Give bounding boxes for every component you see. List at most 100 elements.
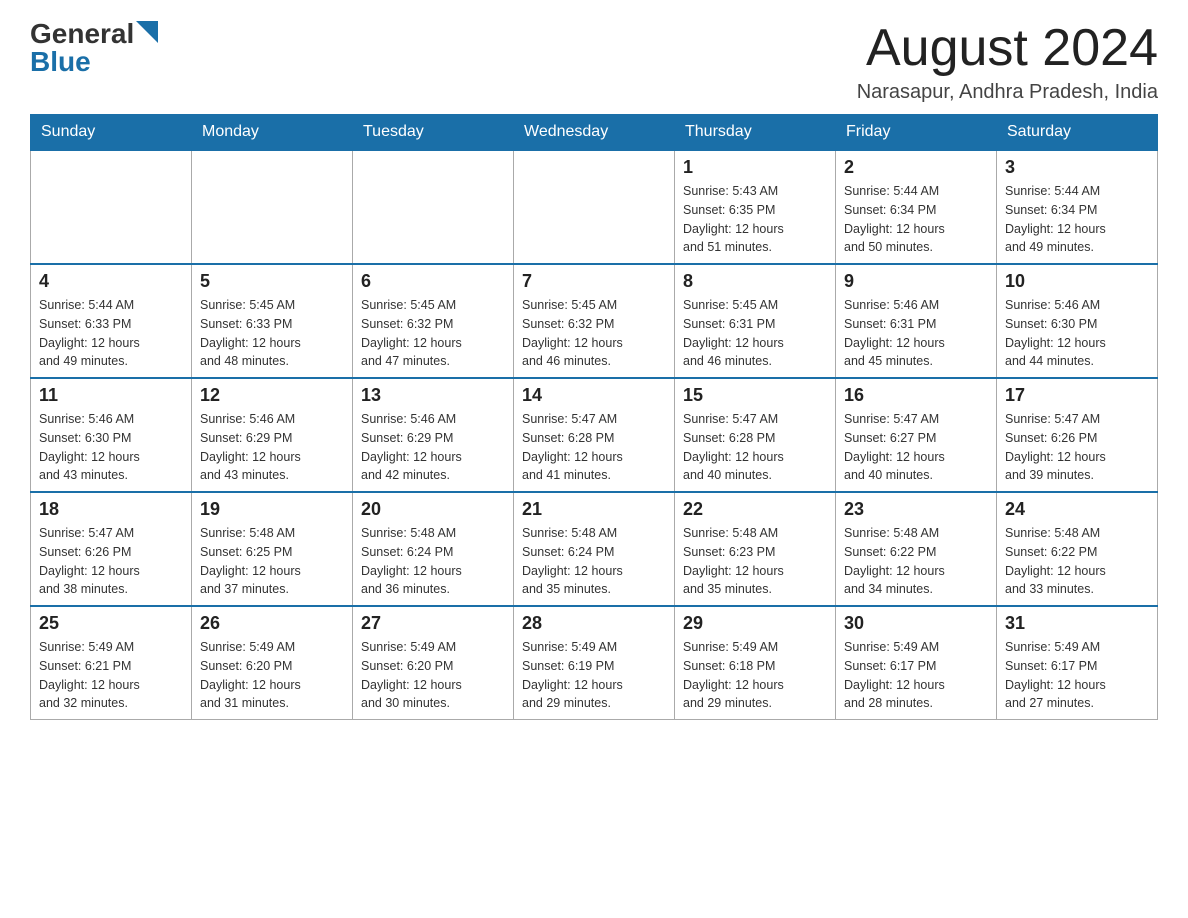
calendar-cell: 26 Sunrise: 5:49 AMSunset: 6:20 PMDayligh… xyxy=(192,606,353,720)
day-number: 6 xyxy=(361,271,505,292)
column-header-tuesday: Tuesday xyxy=(353,115,514,151)
calendar-cell: 31 Sunrise: 5:49 AMSunset: 6:17 PMDayligh… xyxy=(997,606,1158,720)
calendar-cell: 16Sunrise: 5:47 AMSunset: 6:27 PMDayligh… xyxy=(836,378,997,492)
week-row-2: 4Sunrise: 5:44 AMSunset: 6:33 PMDaylight… xyxy=(31,264,1158,378)
day-number: 22 xyxy=(683,499,827,520)
calendar-header-row: SundayMondayTuesdayWednesdayThursdayFrid… xyxy=(31,115,1158,151)
day-number: 30 xyxy=(844,613,988,634)
logo: General Blue xyxy=(30,20,158,76)
day-info: Sunrise: 5:49 AMSunset: 6:17 PMDaylight:… xyxy=(1005,638,1149,713)
day-number: 9 xyxy=(844,271,988,292)
day-info: Sunrise: 5:46 AMSunset: 6:29 PMDaylight:… xyxy=(361,410,505,485)
day-info: Sunrise: 5:47 AMSunset: 6:26 PMDaylight:… xyxy=(1005,410,1149,485)
day-number: 8 xyxy=(683,271,827,292)
calendar-cell: 17 Sunrise: 5:47 AMSunset: 6:26 PMDayligh… xyxy=(997,378,1158,492)
day-info: Sunrise: 5:49 AMSunset: 6:17 PMDaylight:… xyxy=(844,638,988,713)
day-number: 11 xyxy=(39,385,183,406)
calendar-cell: 3Sunrise: 5:44 AMSunset: 6:34 PMDaylight… xyxy=(997,150,1158,264)
day-info: Sunrise: 5:45 AMSunset: 6:32 PMDaylight:… xyxy=(361,296,505,371)
day-number: 13 xyxy=(361,385,505,406)
day-number: 21 xyxy=(522,499,666,520)
calendar-cell: 22 Sunrise: 5:48 AMSunset: 6:23 PMDayligh… xyxy=(675,492,836,606)
day-number: 7 xyxy=(522,271,666,292)
column-header-wednesday: Wednesday xyxy=(514,115,675,151)
day-info: Sunrise: 5:47 AMSunset: 6:28 PMDaylight:… xyxy=(683,410,827,485)
day-number: 14 xyxy=(522,385,666,406)
calendar-cell: 1 Sunrise: 5:43 AMSunset: 6:35 PMDaylight… xyxy=(675,150,836,264)
calendar-cell: 30 Sunrise: 5:49 AMSunset: 6:17 PMDayligh… xyxy=(836,606,997,720)
logo-blue-text: Blue xyxy=(30,48,91,76)
page-header: General Blue August 2024 Narasapur, Andh… xyxy=(30,20,1158,104)
calendar-cell: 19 Sunrise: 5:48 AMSunset: 6:25 PMDayligh… xyxy=(192,492,353,606)
calendar-cell: 4Sunrise: 5:44 AMSunset: 6:33 PMDaylight… xyxy=(31,264,192,378)
day-number: 16 xyxy=(844,385,988,406)
day-info: Sunrise: 5:48 AMSunset: 6:23 PMDaylight:… xyxy=(683,524,827,599)
day-number: 29 xyxy=(683,613,827,634)
day-info: Sunrise: 5:48 AMSunset: 6:24 PMDaylight:… xyxy=(361,524,505,599)
day-number: 2 xyxy=(844,157,988,178)
calendar-cell: 24 Sunrise: 5:48 AMSunset: 6:22 PMDayligh… xyxy=(997,492,1158,606)
calendar-cell: 2 Sunrise: 5:44 AMSunset: 6:34 PMDaylight… xyxy=(836,150,997,264)
calendar-cell: 27Sunrise: 5:49 AMSunset: 6:20 PMDayligh… xyxy=(353,606,514,720)
location-text: Narasapur, Andhra Pradesh, India xyxy=(857,81,1158,104)
calendar-cell: 7 Sunrise: 5:45 AMSunset: 6:32 PMDaylight… xyxy=(514,264,675,378)
column-header-sunday: Sunday xyxy=(31,115,192,151)
day-info: Sunrise: 5:46 AMSunset: 6:29 PMDaylight:… xyxy=(200,410,344,485)
day-number: 12 xyxy=(200,385,344,406)
day-info: Sunrise: 5:43 AMSunset: 6:35 PMDaylight:… xyxy=(683,182,827,257)
day-number: 19 xyxy=(200,499,344,520)
calendar-cell: 21 Sunrise: 5:48 AMSunset: 6:24 PMDayligh… xyxy=(514,492,675,606)
day-number: 31 xyxy=(1005,613,1149,634)
column-header-monday: Monday xyxy=(192,115,353,151)
day-info: Sunrise: 5:49 AMSunset: 6:20 PMDaylight:… xyxy=(200,638,344,713)
day-number: 25 xyxy=(39,613,183,634)
day-number: 23 xyxy=(844,499,988,520)
calendar-cell: 15 Sunrise: 5:47 AMSunset: 6:28 PMDayligh… xyxy=(675,378,836,492)
day-info: Sunrise: 5:47 AMSunset: 6:28 PMDaylight:… xyxy=(522,410,666,485)
day-info: Sunrise: 5:49 AMSunset: 6:21 PMDaylight:… xyxy=(39,638,183,713)
day-info: Sunrise: 5:49 AMSunset: 6:19 PMDaylight:… xyxy=(522,638,666,713)
day-number: 24 xyxy=(1005,499,1149,520)
calendar-cell: 20 Sunrise: 5:48 AMSunset: 6:24 PMDayligh… xyxy=(353,492,514,606)
day-number: 1 xyxy=(683,157,827,178)
calendar-cell: 13 Sunrise: 5:46 AMSunset: 6:29 PMDayligh… xyxy=(353,378,514,492)
month-title: August 2024 xyxy=(857,20,1158,77)
day-info: Sunrise: 5:45 AMSunset: 6:32 PMDaylight:… xyxy=(522,296,666,371)
calendar-cell: 11Sunrise: 5:46 AMSunset: 6:30 PMDayligh… xyxy=(31,378,192,492)
calendar-cell xyxy=(514,150,675,264)
day-info: Sunrise: 5:48 AMSunset: 6:25 PMDaylight:… xyxy=(200,524,344,599)
column-header-saturday: Saturday xyxy=(997,115,1158,151)
day-number: 5 xyxy=(200,271,344,292)
week-row-5: 25 Sunrise: 5:49 AMSunset: 6:21 PMDayligh… xyxy=(31,606,1158,720)
logo-general-text: General xyxy=(30,20,134,48)
day-info: Sunrise: 5:49 AMSunset: 6:20 PMDaylight:… xyxy=(361,638,505,713)
calendar-cell: 10Sunrise: 5:46 AMSunset: 6:30 PMDayligh… xyxy=(997,264,1158,378)
calendar-cell: 25 Sunrise: 5:49 AMSunset: 6:21 PMDayligh… xyxy=(31,606,192,720)
column-header-thursday: Thursday xyxy=(675,115,836,151)
day-number: 4 xyxy=(39,271,183,292)
calendar-cell: 18Sunrise: 5:47 AMSunset: 6:26 PMDayligh… xyxy=(31,492,192,606)
column-header-friday: Friday xyxy=(836,115,997,151)
calendar-cell: 29 Sunrise: 5:49 AMSunset: 6:18 PMDayligh… xyxy=(675,606,836,720)
day-number: 3 xyxy=(1005,157,1149,178)
calendar-cell: 5Sunrise: 5:45 AMSunset: 6:33 PMDaylight… xyxy=(192,264,353,378)
day-number: 20 xyxy=(361,499,505,520)
calendar-cell: 12 Sunrise: 5:46 AMSunset: 6:29 PMDayligh… xyxy=(192,378,353,492)
week-row-1: 1 Sunrise: 5:43 AMSunset: 6:35 PMDaylight… xyxy=(31,150,1158,264)
calendar-cell: 28 Sunrise: 5:49 AMSunset: 6:19 PMDayligh… xyxy=(514,606,675,720)
day-number: 17 xyxy=(1005,385,1149,406)
logo-triangle-icon xyxy=(136,21,158,43)
day-info: Sunrise: 5:48 AMSunset: 6:22 PMDaylight:… xyxy=(1005,524,1149,599)
day-info: Sunrise: 5:49 AMSunset: 6:18 PMDaylight:… xyxy=(683,638,827,713)
day-number: 28 xyxy=(522,613,666,634)
day-number: 26 xyxy=(200,613,344,634)
day-info: Sunrise: 5:48 AMSunset: 6:24 PMDaylight:… xyxy=(522,524,666,599)
day-info: Sunrise: 5:47 AMSunset: 6:26 PMDaylight:… xyxy=(39,524,183,599)
week-row-3: 11Sunrise: 5:46 AMSunset: 6:30 PMDayligh… xyxy=(31,378,1158,492)
day-info: Sunrise: 5:44 AMSunset: 6:34 PMDaylight:… xyxy=(844,182,988,257)
title-block: August 2024 Narasapur, Andhra Pradesh, I… xyxy=(857,20,1158,104)
day-info: Sunrise: 5:45 AMSunset: 6:31 PMDaylight:… xyxy=(683,296,827,371)
day-number: 15 xyxy=(683,385,827,406)
calendar-cell xyxy=(353,150,514,264)
calendar-table: SundayMondayTuesdayWednesdayThursdayFrid… xyxy=(30,114,1158,720)
